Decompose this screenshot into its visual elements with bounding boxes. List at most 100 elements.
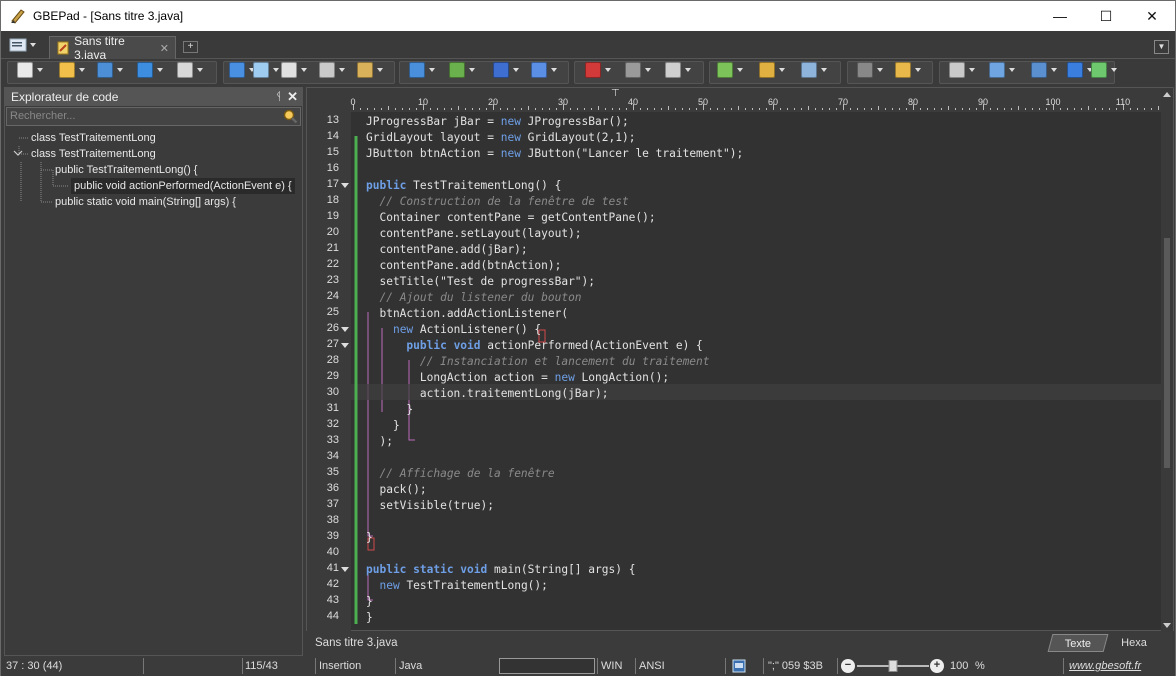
new-tab-button[interactable]: + — [183, 41, 198, 53]
web-icon[interactable] — [1031, 62, 1047, 78]
code-line[interactable]: contentPane.setLayout(layout); — [366, 226, 581, 242]
money-icon[interactable] — [1091, 62, 1107, 78]
chevron-down-icon[interactable] — [779, 68, 785, 72]
code-line[interactable]: new TestTraitementLong(); — [366, 578, 547, 594]
search-icon[interactable] — [283, 109, 298, 124]
chevron-down-icon[interactable] — [551, 68, 557, 72]
settings-icon[interactable] — [949, 62, 965, 78]
fold-toggle-icon[interactable] — [341, 343, 349, 348]
chevron-down-icon[interactable] — [79, 68, 85, 72]
code-line[interactable]: public static void main(String[] args) { — [366, 562, 635, 578]
chevron-down-icon[interactable] — [685, 68, 691, 72]
tabs-dropdown-button[interactable]: ▼ — [1154, 40, 1169, 54]
scroll-down-icon[interactable] — [1163, 623, 1171, 628]
open-folder-icon[interactable] — [59, 62, 75, 78]
save-icon[interactable] — [97, 62, 113, 78]
chevron-down-icon[interactable] — [37, 68, 43, 72]
help-icon[interactable] — [1067, 62, 1083, 78]
zoom-in-button[interactable]: + — [930, 659, 944, 673]
chevron-down-icon[interactable] — [1051, 68, 1057, 72]
new-file-icon[interactable] — [17, 62, 33, 78]
code-line[interactable]: } — [366, 530, 373, 546]
chevron-down-icon[interactable] — [1111, 68, 1117, 72]
code-line[interactable]: ); — [366, 434, 392, 450]
close-button[interactable]: ✕ — [1129, 1, 1175, 31]
user-icon[interactable] — [759, 62, 775, 78]
indent-icon[interactable] — [625, 62, 641, 78]
cut-icon[interactable] — [319, 62, 335, 78]
pin-icon[interactable]: ᛩ — [275, 88, 282, 106]
tab-texte[interactable]: Texte — [1047, 634, 1109, 652]
chevron-down-icon[interactable] — [301, 68, 307, 72]
tab-hexa[interactable]: Hexa — [1112, 634, 1156, 652]
replace-icon[interactable] — [449, 62, 465, 78]
run-icon[interactable] — [665, 62, 681, 78]
chevron-down-icon[interactable] — [737, 68, 743, 72]
code-line[interactable]: } — [366, 610, 373, 626]
tree-item-constructor[interactable]: public TestTraitementLong() { — [55, 162, 197, 178]
macro-icon[interactable] — [857, 62, 873, 78]
code-line[interactable]: action.traitementLong(jBar); — [366, 386, 609, 402]
explorer-close-icon[interactable]: ✕ — [287, 88, 298, 106]
code-line[interactable]: // Construction de la fenêtre de test — [366, 194, 628, 210]
code-line[interactable]: public void actionPerformed(ActionEvent … — [366, 338, 702, 354]
code-line[interactable]: contentPane.add(btnAction); — [366, 258, 561, 274]
code-line[interactable]: public TestTraitementLong() { — [366, 178, 561, 194]
eol-format[interactable]: WIN — [601, 658, 622, 674]
code-line[interactable]: } — [366, 594, 373, 610]
format-icon[interactable] — [531, 62, 547, 78]
tab-close-icon[interactable]: ✕ — [160, 42, 169, 55]
explorer-search-input[interactable]: Rechercher... — [6, 107, 301, 126]
code-line[interactable]: LongAction action = new LongAction(); — [366, 370, 669, 386]
vertical-scrollbar[interactable] — [1161, 88, 1173, 632]
code-line[interactable]: // Affichage de la fenêtre — [366, 466, 554, 482]
tree-item-class[interactable]: class TestTraitementLong — [31, 130, 156, 146]
scroll-up-icon[interactable] — [1163, 92, 1171, 97]
tools-icon[interactable] — [801, 62, 817, 78]
chevron-down-icon[interactable] — [339, 68, 345, 72]
goto-icon[interactable] — [493, 62, 509, 78]
tree-item-class[interactable]: class TestTraitementLong — [31, 146, 156, 162]
print-icon[interactable] — [177, 62, 193, 78]
edit-icon[interactable] — [895, 62, 911, 78]
code-line[interactable]: setTitle("Test de progressBar"); — [366, 274, 595, 290]
browse-icon[interactable] — [137, 62, 153, 78]
code-line[interactable]: contentPane.add(jBar); — [366, 242, 527, 258]
zoom-slider-thumb[interactable] — [888, 660, 898, 672]
code-line[interactable]: GridLayout layout = new GridLayout(2,1); — [366, 130, 635, 146]
code-line[interactable]: // Instanciation et lancement du traitem… — [366, 354, 710, 370]
fold-toggle-icon[interactable] — [341, 183, 349, 188]
undo-icon[interactable] — [229, 62, 245, 78]
code-line[interactable]: Container contentPane = getContentPane()… — [366, 210, 655, 226]
code-line[interactable]: btnAction.addActionListener( — [366, 306, 568, 322]
language-mode[interactable]: Java — [399, 658, 422, 674]
chevron-down-icon[interactable] — [273, 68, 279, 72]
chevron-down-icon[interactable] — [645, 68, 651, 72]
minimize-button[interactable]: — — [1037, 1, 1083, 31]
chevron-down-icon[interactable] — [605, 68, 611, 72]
chevron-down-icon[interactable] — [513, 68, 519, 72]
chevron-down-icon[interactable] — [877, 68, 883, 72]
chevron-down-icon[interactable] — [915, 68, 921, 72]
code-line[interactable]: } — [366, 418, 400, 434]
zoom-slider[interactable] — [857, 660, 929, 672]
tab-sans-titre-3[interactable]: Sans titre 3.java ✕ — [49, 34, 176, 62]
chevron-down-icon[interactable] — [117, 68, 123, 72]
chevron-down-icon[interactable] — [969, 68, 975, 72]
code-line[interactable]: setVisible(true); — [366, 498, 494, 514]
code-line[interactable]: new ActionListener() { — [366, 322, 541, 338]
website-link[interactable]: www.gbesoft.fr — [1069, 658, 1141, 674]
code-line[interactable]: pack(); — [366, 482, 426, 498]
chevron-down-icon[interactable] — [821, 68, 827, 72]
text-color-icon[interactable] — [585, 62, 601, 78]
chevron-down-icon[interactable] — [377, 68, 383, 72]
display-icon[interactable] — [989, 62, 1005, 78]
code-line[interactable]: } — [366, 402, 413, 418]
tree-item-action-performed[interactable]: public void actionPerformed(ActionEvent … — [71, 178, 295, 194]
zoom-out-button[interactable]: − — [841, 659, 855, 673]
copy-icon[interactable] — [281, 62, 297, 78]
keyboard-icon[interactable] — [732, 659, 746, 675]
plugin-icon[interactable] — [717, 62, 733, 78]
tree-item-main[interactable]: public static void main(String[] args) { — [55, 194, 236, 210]
document-menu-button[interactable] — [9, 37, 41, 53]
